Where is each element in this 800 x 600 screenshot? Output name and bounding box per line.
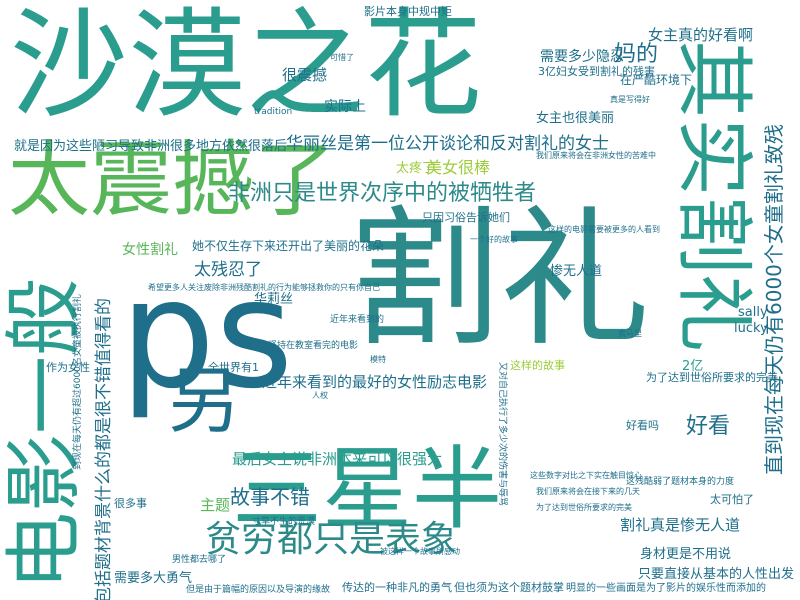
word-many-things: 很多事 [114, 497, 147, 510]
word-africa-strong: 最后女主说非洲本来可以很强大 [232, 450, 443, 468]
word-customs-backward: 就是因为这些陋习导致非洲很多地方依然很落后 [14, 139, 288, 154]
word-finished-in-class: 坚持在教室看完的电影 [268, 341, 359, 351]
word-actually: 实际上 [324, 99, 366, 115]
word-actress-pretty: 女主真的好看啊 [648, 26, 754, 44]
word-entertainment: 明显的一些画面是为了影片的娱乐性而添加的 [566, 583, 766, 594]
word-so-painful: 太疼了 [396, 161, 436, 176]
word-waris: 华莉丝 [254, 292, 294, 307]
word-harsh-environment: 在严酷环境下 [620, 73, 693, 87]
word-applaud-theme: 但也须为这个题材鼓掌 [454, 581, 564, 594]
word-harm-insult: 又对自己执行了多少次的伤害与辱骂 [497, 362, 507, 507]
word-perfection: 为了达到世俗所要求的完美 [646, 371, 778, 384]
word-best-female-film: 近年来看到的最好的女性励志电影 [262, 373, 488, 391]
word-desert-flower: 沙漠之花 [10, 0, 483, 134]
word-6000-girls: 到现在每天仍有超过6000名女童被执行割礼 [73, 294, 83, 470]
word-length-director: 但是由于篇幅的原因以及导演的缘故 [186, 585, 331, 595]
word-somalia: 索马里 [618, 329, 642, 338]
word-very-shocking: 很震撼 [282, 66, 328, 84]
word-how-much-patience: 需要多少隐忍 [540, 49, 624, 65]
word-custom-told-them: 只因习俗告诉她们 [422, 211, 510, 224]
word-good-look-q: 好看吗 [626, 419, 659, 432]
word-extraordinary-courage: 传达的一种非凡的勇气 [342, 581, 452, 594]
word-cloud: 沙漠之花 太震撼了 割礼 ps 三星半 另 其实割礼 电影一般 贫穷都只是表象 … [0, 0, 800, 600]
word-numbers-shocking: 这些数字对比之下实在触目惊心 [530, 471, 642, 480]
word-next-days: 我们原来将会在接下来的几天 [536, 487, 640, 496]
word-inhuman: 惨无人道 [550, 264, 603, 279]
word-inhuman-circumcision: 割礼真是惨无人道 [620, 516, 741, 534]
word-another: 另 [168, 359, 241, 443]
word-where-men: 男性都去哪了 [172, 555, 227, 565]
word-as-woman: 作为女性 [46, 361, 90, 374]
word-lucky: lucky [734, 321, 768, 336]
word-beauty-great: 美女很棒 [426, 158, 491, 177]
word-human-rights: 人权 [312, 391, 328, 400]
word-basic-humanity: 只要直接从基本的人性出发 [638, 567, 795, 582]
word-such-story: 这样的故事 [510, 359, 565, 372]
word-film-ordinary: 影片本身中规中矩 [364, 5, 452, 18]
word-good-looking: 好看 [686, 414, 731, 439]
word-female-circumcision: 女性割礼 [122, 242, 178, 258]
word-women-suffering: 我们原来将会在非洲女性的苦难中 [536, 151, 656, 160]
word-how-much-courage: 需要多大勇气 [114, 571, 193, 586]
word-figure: 身材更是不用说 [640, 547, 732, 562]
word-tradition: tradition [254, 107, 293, 117]
word-well-written: 真是写得好 [610, 95, 650, 104]
word-so-scary: 太可怕了 [710, 493, 754, 506]
word-theme: 主题 [200, 496, 231, 514]
word-6000-girls-daily: 直到现在每天仍有6000个女童割礼致残 [762, 124, 786, 475]
word-pity: 可惜了 [330, 53, 354, 62]
word-survived-bloomed: 她不仅生存下来还开出了美丽的花朵 [192, 239, 385, 253]
word-worth-watching: 包括题材背景什么的都是很不错值得看的 [94, 298, 114, 600]
word-perfection-2: 为了达到世俗所要求的完美 [536, 503, 632, 512]
word-weakened-theme: 这残酷弱了题材本身的力度 [626, 477, 735, 487]
word-barren-desert: 寸草不生的荒漠 [252, 517, 316, 527]
word-seen-by-more: 这样的电影需要被更多的人看到 [548, 225, 660, 234]
word-good-story: 故事不错 [230, 485, 310, 509]
word-worldwide: 全世界有1 [208, 361, 259, 374]
word-moved-by-story: 被这样一个故事所感动 [380, 547, 460, 556]
word-africa-sacrificed: 非洲只是世界次序中的被牺牲者 [228, 181, 537, 206]
word-actress-beautiful: 女主也很美丽 [536, 111, 615, 126]
word-hope-abolish: 希望更多人关注废除非洲残酷割礼的行为能够拯救你的只有你自己 [148, 283, 380, 292]
word-too-cruel: 太残忍了 [194, 260, 262, 280]
word-model: 模特 [370, 355, 386, 364]
word-recent-years: 近年来看到的 [330, 315, 385, 325]
word-good-story-2: 一个好的故事 [470, 235, 518, 244]
word-sally: sally [738, 305, 768, 320]
